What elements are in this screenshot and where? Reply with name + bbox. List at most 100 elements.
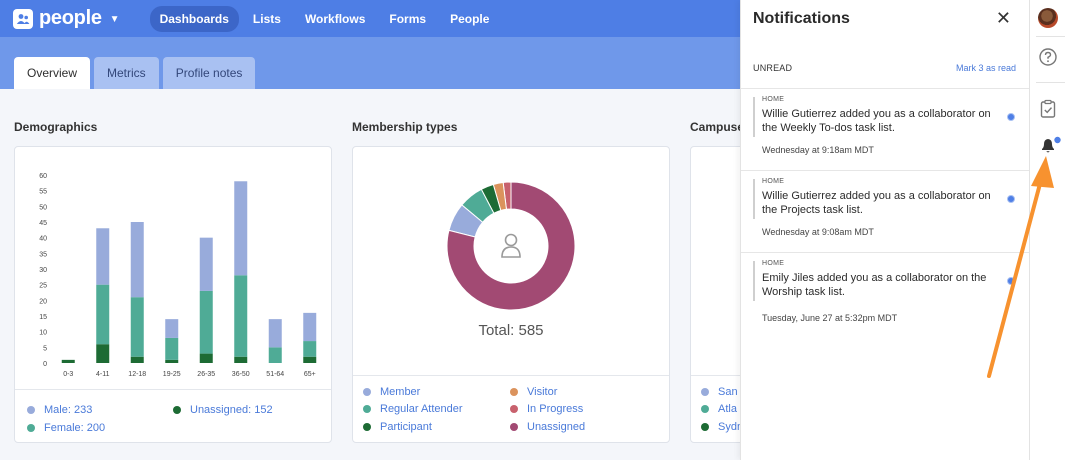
notification-time: Wednesday at 9:18am MDT (762, 145, 874, 155)
help-icon[interactable] (1038, 47, 1058, 72)
app-name: people (39, 7, 102, 29)
nav-dashboards[interactable]: Dashboards (149, 5, 239, 32)
notifications-title: Notifications (753, 10, 850, 27)
notification-message: Emily Jiles added you as a collaborator … (762, 272, 987, 298)
y-tick-label: 0 (43, 361, 47, 368)
y-tick-label: 15 (39, 314, 47, 321)
x-tick-label: 0-3 (63, 371, 73, 377)
demographics-title: Demographics (14, 120, 98, 134)
mark-as-read-link[interactable]: Mark 3 as read (956, 63, 1016, 73)
legend-campus-2[interactable]: Atla (701, 403, 737, 415)
bar-segment (234, 356, 248, 363)
unread-label: UNREAD (753, 63, 793, 73)
notification-category: HOME (762, 96, 785, 103)
membership-chart (446, 181, 576, 311)
bar-segment (234, 275, 248, 357)
x-tick-label: 4-11 (96, 371, 110, 377)
bar-segment (96, 284, 110, 345)
legend-unassigned[interactable]: Unassigned: 152 (173, 404, 273, 416)
tab-overview[interactable]: Overview (14, 57, 91, 89)
x-tick-label: 36-50 (232, 371, 250, 377)
tab-metrics[interactable]: Metrics (94, 57, 159, 89)
user-placeholder-icon (501, 233, 521, 258)
pointer-arrow-icon (987, 156, 1054, 378)
avatar[interactable] (1038, 8, 1058, 28)
legend-member-swatch (363, 388, 371, 396)
legend-regular-attender-label: Regular Attender (380, 403, 463, 415)
legend-male[interactable]: Male: 233 (27, 404, 92, 416)
unread-dot[interactable] (1007, 113, 1015, 121)
legend-participant-label: Participant (380, 421, 432, 433)
membership-card: Total: 585 Member Regular Attender Parti… (352, 146, 670, 443)
legend-campus-2-label: Atla (718, 403, 737, 415)
y-tick-label: 45 (39, 220, 47, 227)
legend-campus-1[interactable]: San (701, 386, 738, 398)
tab-profile-notes[interactable]: Profile notes (162, 57, 256, 89)
legend-regular-attender-swatch (363, 405, 371, 413)
legend-participant[interactable]: Participant (363, 421, 432, 433)
notification-time: Wednesday at 9:08am MDT (762, 227, 874, 237)
legend-campus-3[interactable]: Sydn (701, 421, 743, 433)
demographics-chart: 0 5 10 15 20 25 30 35 40 45 50 55 60 0-3 4-11 12-18 19-2… (39, 173, 317, 377)
legend-member[interactable]: Member (363, 386, 420, 398)
x-tick-label: 19-25 (163, 371, 181, 377)
x-tick-label: 12-18 (128, 371, 146, 377)
y-tick-label: 40 (39, 236, 47, 243)
bar-segment (165, 319, 179, 338)
y-tick-label: 5 (43, 345, 47, 352)
x-tick-label: 51-64 (266, 371, 284, 377)
bar-segment (130, 222, 144, 298)
bar-segment (165, 337, 179, 360)
legend-visitor[interactable]: Visitor (510, 386, 557, 398)
x-tick-label: 26-35 (197, 371, 215, 377)
y-tick-label: 35 (39, 251, 47, 258)
legend-participant-swatch (363, 423, 371, 431)
legend-unassigned-membership[interactable]: Unassigned (510, 421, 585, 433)
y-tick-label: 30 (39, 267, 47, 274)
legend-male-swatch (27, 406, 35, 414)
legend-female-label: Female: 200 (44, 422, 106, 434)
chevron-down-icon[interactable]: ▼ (110, 14, 120, 25)
legend-unassigned-membership-label: Unassigned (527, 421, 586, 433)
nav-workflows[interactable]: Workflows (295, 6, 375, 32)
legend-unassigned-swatch (173, 406, 181, 414)
legend-campus-1-label: San (718, 386, 738, 398)
legend-in-progress[interactable]: In Progress (510, 403, 583, 415)
legend-female[interactable]: Female: 200 (27, 422, 105, 434)
bar-segment (268, 347, 282, 363)
people-logo-icon (13, 8, 33, 29)
notification-category: HOME (762, 260, 785, 267)
nav-people[interactable]: People (440, 6, 499, 32)
main-nav: Dashboards Lists Workflows Forms People (149, 5, 504, 32)
legend-male-label: Male: 233 (44, 404, 93, 416)
legend-in-progress-swatch (510, 405, 518, 413)
close-icon[interactable]: ✕ (996, 8, 1011, 29)
bar-segment (234, 181, 248, 276)
bar-segment (130, 297, 144, 357)
legend-in-progress-label: In Progress (527, 403, 584, 415)
y-tick-label: 25 (39, 283, 47, 290)
bar-segment (61, 359, 75, 363)
y-tick-label: 50 (39, 204, 47, 211)
y-tick-label: 10 (39, 330, 47, 337)
bar-segment (199, 237, 213, 291)
y-tick-label: 20 (39, 298, 47, 305)
bar-segment (303, 356, 317, 363)
nav-lists[interactable]: Lists (243, 6, 291, 32)
membership-title: Membership types (352, 120, 458, 134)
legend-regular-attender[interactable]: Regular Attender (363, 403, 463, 415)
app-logo[interactable]: people ▼ (13, 7, 120, 30)
legend-campus-1-swatch (701, 388, 709, 396)
legend-campus-3-swatch (701, 423, 709, 431)
top-nav: people ▼ Dashboards Lists Workflows Form… (0, 0, 740, 37)
notification-message: Willie Gutierrez added you as a collabor… (762, 108, 991, 134)
clipboard-check-icon[interactable] (1039, 99, 1057, 124)
bar-segment (268, 319, 282, 348)
bar-segment (199, 353, 213, 363)
x-tick-label: 65+ (304, 371, 316, 377)
notification-message: Willie Gutierrez added you as a collabor… (762, 190, 991, 216)
legend-unassigned-membership-swatch (510, 423, 518, 431)
bar-segment (303, 341, 317, 357)
legend-female-swatch (27, 424, 35, 432)
nav-forms[interactable]: Forms (379, 6, 436, 32)
